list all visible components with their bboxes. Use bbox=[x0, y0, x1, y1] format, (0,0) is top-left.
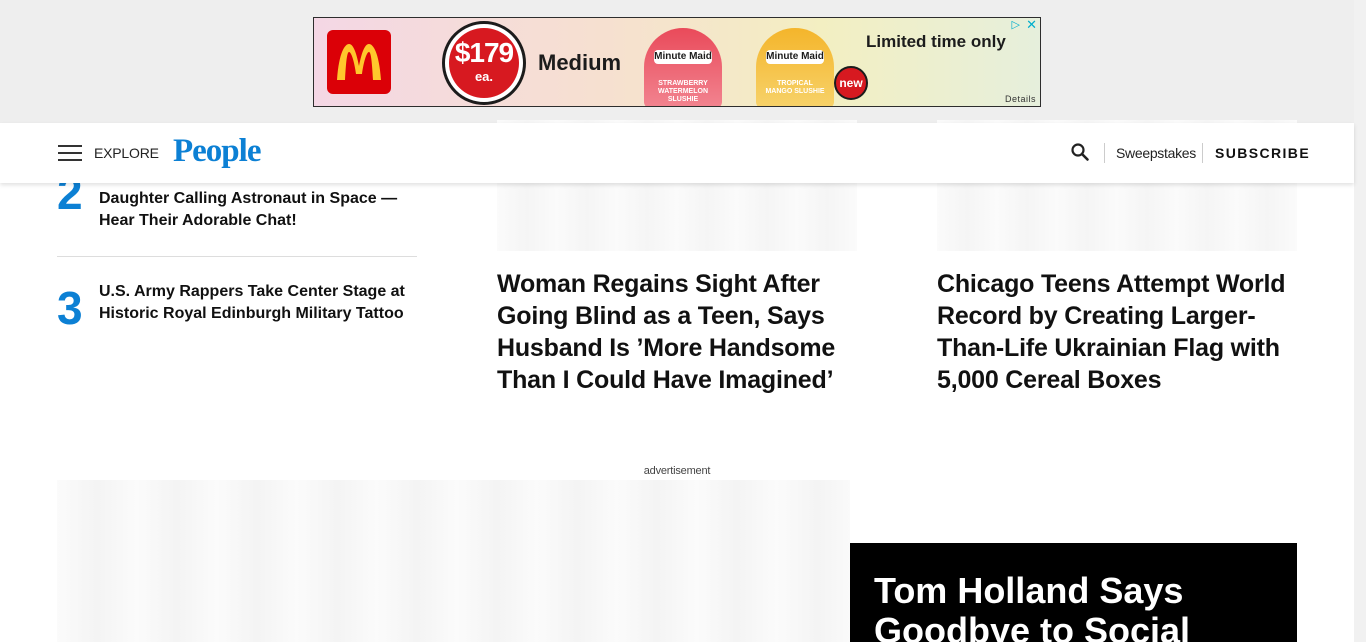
feature-card[interactable]: Tom Holland Says Goodbye to Social bbox=[850, 543, 1297, 642]
feature-title[interactable]: Tom Holland Says Goodbye to Social bbox=[874, 571, 1294, 642]
price-unit: ea. bbox=[474, 69, 494, 84]
ad-size-text: Medium bbox=[538, 50, 622, 75]
explore-link[interactable]: EXPLORE bbox=[94, 145, 159, 161]
price-badge: $179 ea. bbox=[442, 21, 526, 105]
new-badge: new bbox=[834, 66, 868, 100]
advertisement-label: advertisement bbox=[643, 465, 711, 477]
trending-title[interactable]: Daughter Calling Astronaut in Space — He… bbox=[99, 188, 409, 232]
header-divider bbox=[1104, 143, 1105, 163]
divider bbox=[57, 256, 417, 257]
story-title[interactable]: Chicago Teens Attempt World Record by Cr… bbox=[937, 268, 1297, 396]
header-divider bbox=[1202, 143, 1203, 163]
site-header: EXPLORE People Sweepstakes SUBSCRIBE bbox=[0, 123, 1354, 183]
ad-banner[interactable]: $179 ea. Medium Minute Maid STRAWBERRY W… bbox=[313, 17, 1041, 107]
story-title[interactable]: Woman Regains Sight After Going Blind as… bbox=[497, 268, 857, 396]
top-ad-band: $179 ea. Medium Minute Maid STRAWBERRY W… bbox=[0, 0, 1354, 123]
scrollbar[interactable] bbox=[1354, 0, 1366, 642]
mcdonalds-logo-icon bbox=[327, 30, 391, 94]
menu-icon[interactable] bbox=[58, 145, 82, 161]
close-icon[interactable]: ✕ bbox=[1026, 18, 1037, 33]
ad-details-link[interactable]: Details bbox=[1005, 94, 1036, 104]
cup-flavor-label: TROPICAL MANGO SLUSHIE bbox=[765, 80, 825, 95]
ad-choices-icon[interactable]: ▷ bbox=[1012, 18, 1020, 31]
site-logo[interactable]: People bbox=[173, 133, 261, 170]
cup-brand-label: Minute Maid bbox=[654, 50, 712, 64]
ad-tagline: Limited time only bbox=[866, 32, 1006, 51]
slushie-cup-mango: Minute Maid TROPICAL MANGO SLUSHIE bbox=[756, 28, 834, 106]
trending-title[interactable]: U.S. Army Rappers Take Center Stage at H… bbox=[99, 281, 409, 325]
sweepstakes-link[interactable]: Sweepstakes bbox=[1116, 145, 1196, 161]
slushie-cup-strawberry: Minute Maid STRAWBERRY WATERMELON SLUSHI… bbox=[644, 28, 722, 106]
subscribe-link[interactable]: SUBSCRIBE bbox=[1215, 145, 1310, 161]
trending-number: 3 bbox=[57, 282, 83, 334]
cup-flavor-label: STRAWBERRY WATERMELON SLUSHIE bbox=[657, 80, 709, 103]
ad-placeholder bbox=[57, 480, 850, 642]
cup-brand-label: Minute Maid bbox=[766, 50, 824, 64]
search-icon[interactable] bbox=[1070, 142, 1090, 162]
